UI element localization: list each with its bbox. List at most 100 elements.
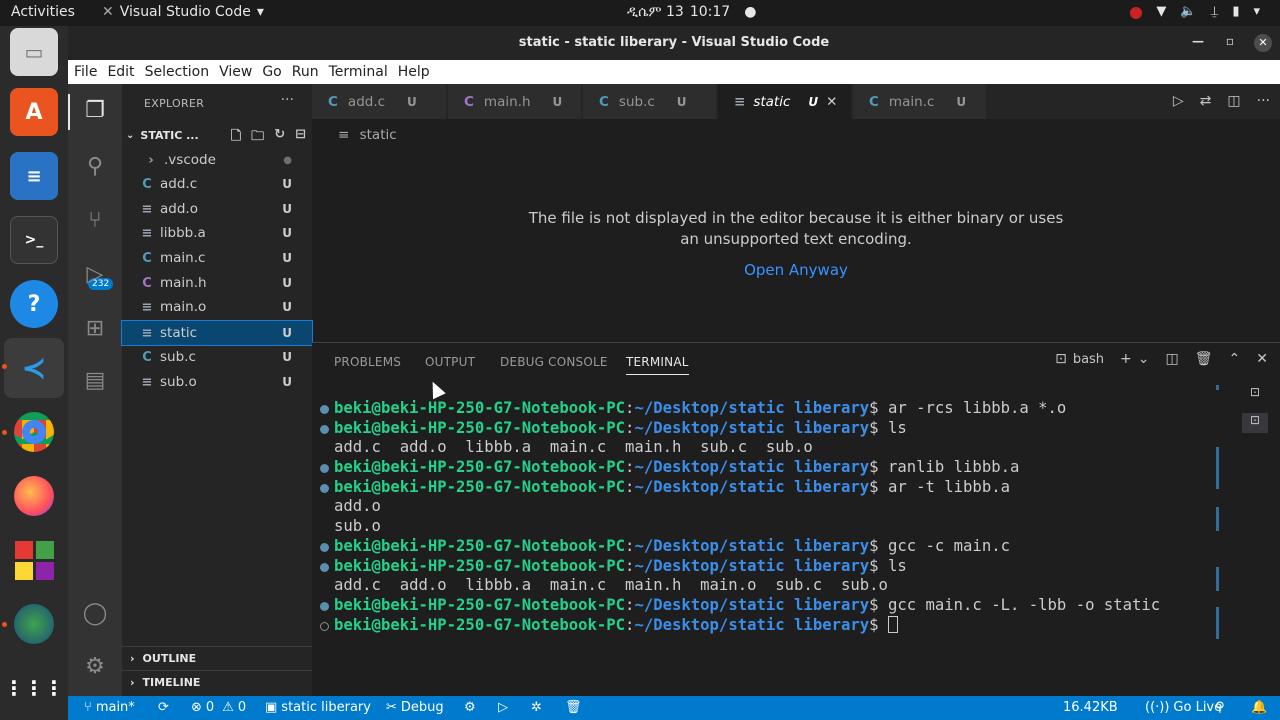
compare-icon[interactable]: ⇄ [1200,93,1212,109]
split-editor-icon[interactable]: ◫ [1227,93,1240,109]
help-icon[interactable]: ? [10,280,58,328]
menu-help[interactable]: Help [398,64,430,80]
software-center-icon[interactable]: A [10,88,58,136]
more-actions-icon[interactable]: ··· [1257,93,1270,109]
debug-indicator[interactable]: ✂ Debug [386,700,444,715]
refresh-icon[interactable]: ↻ [274,127,285,149]
app-menu[interactable]: ✕ Visual Studio Code ▾ [102,4,264,20]
tree-item-sub-o[interactable]: ≡ sub.o U [122,370,312,394]
command-decoration-icon[interactable] [320,483,329,493]
terminal-icon[interactable]: >_ [10,216,58,264]
command-decoration-icon[interactable] [320,601,329,611]
tree-item-main-h[interactable]: C main.h U [122,271,312,295]
files-icon[interactable]: ▭ [10,28,58,76]
tab-static[interactable]: ≡ static U ✕ [718,84,852,119]
split-terminal-icon[interactable]: ◫ [1166,351,1179,367]
writer-icon[interactable]: ≡ [10,152,58,200]
shell-name[interactable]: bash [1073,352,1104,367]
folder-header[interactable]: ⌄ STATIC ... 🗋 🗀 ↻ ⊟ [126,124,312,146]
terminal-output[interactable]: beki@beki-HP-250-G7-Notebook-PC:~/Deskto… [320,399,1220,635]
tree-item-main-c[interactable]: C main.c U [122,246,312,270]
tab-debug-console[interactable]: DEBUG CONSOLE [500,355,608,369]
tree-item-add-c[interactable]: C add.c U [122,172,312,196]
tab-terminal[interactable]: TERMINAL [626,355,689,375]
outline-section[interactable]: › OUTLINE [122,646,312,670]
account-icon[interactable]: ◯ [80,599,110,629]
run-icon[interactable]: ▷ [498,700,508,715]
system-tray[interactable]: ▼ 🔈 ⍊ ▮ ▾ [1130,4,1260,19]
gear-icon[interactable]: ⚙ [464,700,476,715]
terminal-instance-icon[interactable]: ⊡ [1242,413,1268,433]
command-decoration-icon[interactable] [320,621,329,631]
gear-icon[interactable]: ⚙ [80,652,110,682]
sync-icon[interactable]: ⟳ [158,700,169,715]
tree-item-add-o[interactable]: ≡ add.o U [122,197,312,221]
globe-app-icon[interactable] [10,600,58,648]
menu-selection[interactable]: Selection [145,64,210,80]
menu-go[interactable]: Go [262,64,281,80]
apps-grid-colored-icon[interactable] [10,536,58,584]
new-folder-icon[interactable]: 🗀 [251,127,264,149]
minimize-icon[interactable]: — [1192,34,1204,48]
menu-run[interactable]: Run [292,64,319,80]
remote-explorer-icon[interactable]: ▤ [80,366,110,396]
source-control-icon[interactable]: ⑂ [80,206,110,236]
tree-item-static[interactable]: ≡ static U [121,320,313,346]
clock[interactable]: ዲሴም 13 10:17 ● [627,4,756,20]
firefox-icon[interactable] [10,472,58,520]
menu-view[interactable]: View [219,64,252,80]
explorer-icon[interactable]: ❐ [80,96,110,126]
command-decoration-icon[interactable] [320,562,329,572]
menu-edit[interactable]: Edit [107,64,134,80]
vscode-icon[interactable]: ≺ [4,338,64,398]
branch-indicator[interactable]: ⑂ main* [84,700,135,715]
tree-item-vscode[interactable]: › .vscode ● [122,148,312,172]
extensions-icon[interactable]: ⊞ [80,314,110,344]
menu-terminal[interactable]: Terminal [329,64,388,80]
problems-indicator[interactable]: ⊗ 0 ⚠ 0 [191,700,246,715]
command-decoration-icon[interactable] [320,464,329,474]
tab-main-c[interactable]: C main.c U [853,84,987,119]
maximize-icon[interactable]: ▫ [1226,34,1234,48]
account-icon[interactable]: ⚲ [1215,700,1225,715]
chevron-down-icon[interactable]: ⌄ [1138,351,1150,367]
go-live-button[interactable]: ((·)) Go Live [1145,700,1222,715]
folder-indicator[interactable]: ▣ static liberary [265,700,371,715]
maximize-panel-icon[interactable]: ⌃ [1229,351,1241,367]
search-icon[interactable]: ⚲ [80,152,110,182]
notifications-icon[interactable]: 🔔 [1251,700,1267,715]
command-decoration-icon[interactable] [320,424,329,434]
tree-item-status: U [282,375,292,389]
tab-problems[interactable]: PROBLEMS [334,355,401,369]
trash-icon[interactable]: 🗑 [1195,351,1213,367]
command-decoration-icon[interactable] [320,542,329,552]
chrome-icon[interactable] [10,408,58,456]
show-applications-icon[interactable]: ⋮⋮⋮ [4,664,64,712]
tab-output[interactable]: OUTPUT [425,355,475,369]
trash-icon[interactable]: 🗑 [565,700,582,715]
debug-bug-icon[interactable]: ✲ [531,700,542,715]
tree-item-libbb-a[interactable]: ≡ libbb.a U [122,221,312,245]
run-debug-icon[interactable]: ▷ [80,260,110,290]
tree-item-sub-c[interactable]: C sub.c U [122,345,312,369]
close-window-icon[interactable]: ✕ [1254,34,1272,52]
more-actions-icon[interactable]: ··· [281,92,294,108]
terminal-instance-icon[interactable]: ⊡ [1242,385,1268,405]
new-terminal-icon[interactable]: + [1120,351,1132,367]
breadcrumb[interactable]: ≡ static [338,127,397,143]
tab-main-h[interactable]: C main.h U [448,84,582,119]
open-anyway-link[interactable]: Open Anyway [312,261,1280,279]
tree-item-main-o[interactable]: ≡ main.o U [122,295,312,319]
close-panel-icon[interactable]: ✕ [1256,351,1268,367]
new-file-icon[interactable]: 🗋 [231,127,241,149]
collapse-all-icon[interactable]: ⊟ [295,127,306,149]
tab-add-c[interactable]: C add.c U [312,84,447,119]
close-tab-icon[interactable]: ✕ [826,94,837,110]
menu-file[interactable]: File [74,64,97,80]
activities-button[interactable]: Activities [11,4,75,20]
timeline-section[interactable]: › TIMELINE [122,670,312,694]
tab-sub-c[interactable]: C sub.c U [583,84,717,119]
run-icon[interactable]: ▷ [1173,93,1184,109]
dock: ▭ A ≡ >_ ? ≺ ⋮⋮⋮ [0,26,68,720]
command-decoration-icon[interactable] [320,405,329,414]
